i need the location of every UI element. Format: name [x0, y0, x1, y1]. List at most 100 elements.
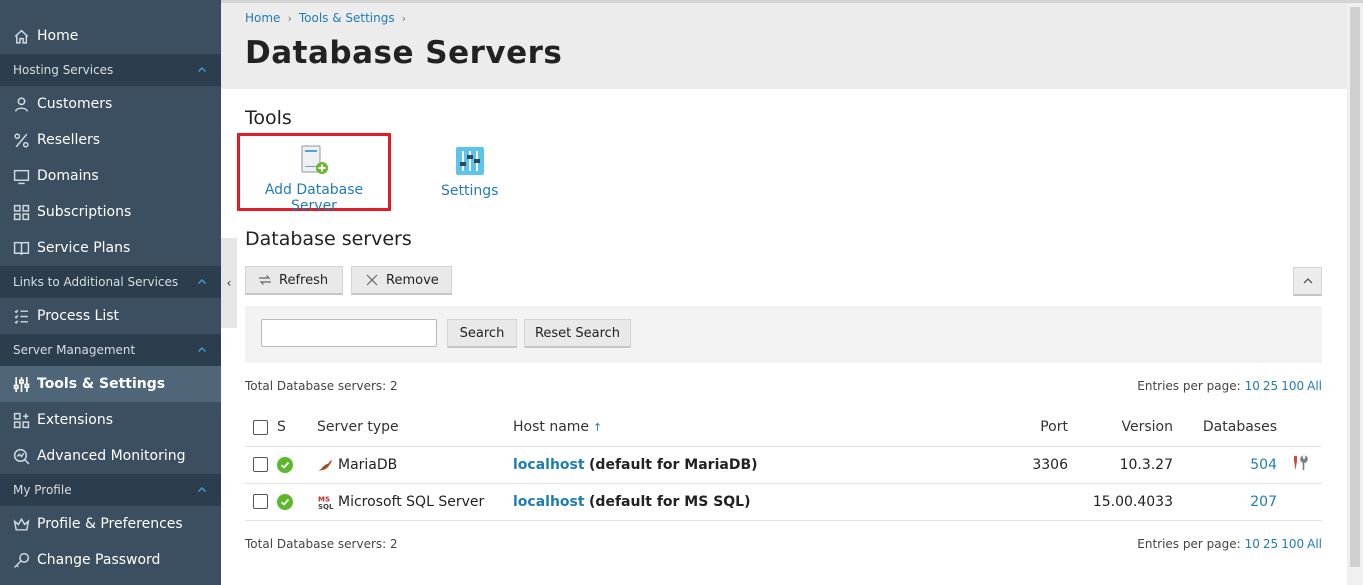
column-databases[interactable]: Databases	[1173, 409, 1277, 447]
sidebar-section-server[interactable]: Server Management	[0, 334, 221, 366]
mariadb-icon	[318, 459, 332, 471]
section-label: Server Management	[13, 343, 136, 357]
sidebar-section-links[interactable]: Links to Additional Services	[0, 266, 221, 298]
databases-link[interactable]: 207	[1250, 494, 1277, 510]
select-all-cell	[245, 409, 277, 447]
remove-label: Remove	[386, 272, 439, 288]
entries-label: Entries per page:	[1137, 379, 1241, 393]
column-port[interactable]: Port	[977, 409, 1068, 447]
host-note: (default for MariaDB)	[589, 456, 758, 473]
row-checkbox[interactable]	[253, 494, 268, 509]
refresh-button[interactable]: Refresh	[245, 266, 343, 295]
actions-cell	[1277, 483, 1322, 521]
sidebar-section-profile[interactable]: My Profile	[0, 474, 221, 506]
scrollbar-thumb[interactable]	[1350, 7, 1360, 567]
search-input[interactable]	[261, 319, 437, 347]
host-link[interactable]: localhost	[513, 494, 585, 510]
sidebar-collapse-handle[interactable]: ‹	[221, 238, 237, 328]
chevron-up-icon	[1303, 278, 1312, 284]
search-label: Search	[459, 325, 505, 341]
row-checkbox[interactable]	[253, 457, 268, 472]
sidebar-item-label: Change Password	[37, 552, 161, 568]
percent-icon	[12, 131, 30, 149]
sidebar-item-customers[interactable]: Customers	[0, 86, 221, 122]
remove-button[interactable]: Remove	[351, 266, 452, 295]
status-cell	[277, 446, 317, 484]
sidebar-item-label: Resellers	[37, 132, 101, 148]
sidebar-item-label: Subscriptions	[37, 204, 132, 220]
sidebar-item-label: Extensions	[37, 412, 114, 428]
breadcrumb-tools[interactable]: Tools & Settings	[299, 11, 395, 25]
scrollbar[interactable]	[1347, 3, 1363, 585]
table-row: MS SQL Microsoft SQL Server localhost (def…	[245, 483, 1322, 521]
sidebar-item-label: Tools & Settings	[37, 376, 166, 392]
per-page-100[interactable]: 100	[1281, 537, 1304, 551]
settings-button[interactable]: Settings	[441, 145, 498, 199]
per-page-all[interactable]: All	[1307, 537, 1322, 551]
sidebar-item-profile-preferences[interactable]: Profile & Preferences	[0, 506, 221, 542]
settings-label: Settings	[441, 183, 499, 199]
chevron-up-icon	[198, 347, 206, 352]
status-cell	[277, 483, 317, 521]
sidebar-item-resellers[interactable]: Resellers	[0, 122, 221, 158]
section-label: Links to Additional Services	[13, 275, 179, 289]
chevron-up-icon	[198, 67, 206, 72]
sidebar-item-service-plans[interactable]: Service Plans	[0, 230, 221, 266]
chevron-up-icon	[198, 279, 206, 284]
host-note: (default for MS SQL)	[589, 493, 751, 510]
book-icon	[12, 239, 30, 257]
entries-per-page-bottom: Entries per page: 10 25 100 All	[1137, 537, 1322, 551]
sidebar-item-process-list[interactable]: Process List	[0, 298, 221, 334]
sidebar-item-domains[interactable]: Domains	[0, 158, 221, 194]
databases-link[interactable]: 504	[1250, 457, 1277, 473]
list-icon	[12, 307, 30, 325]
sidebar-item-subscriptions[interactable]: Subscriptions	[0, 194, 221, 230]
server-type-cell: MariaDB	[317, 446, 513, 484]
sidebar-section-hosting[interactable]: Hosting Services	[0, 54, 221, 86]
port-cell	[977, 483, 1068, 521]
add-database-server-icon	[301, 145, 328, 174]
host-link[interactable]: localhost	[513, 457, 585, 473]
section-label: Hosting Services	[13, 63, 114, 77]
column-host-name[interactable]: Host name ↑	[513, 409, 977, 447]
chevron-right-icon: ›	[287, 11, 292, 25]
server-type-label: Microsoft SQL Server	[338, 493, 485, 510]
column-status[interactable]: S	[277, 409, 317, 447]
sidebar-item-advanced-monitoring[interactable]: Advanced Monitoring	[0, 438, 221, 474]
column-actions	[1277, 409, 1322, 447]
monitor-icon	[12, 167, 30, 185]
column-version[interactable]: Version	[1068, 409, 1173, 447]
sidebar-item-label: Advanced Monitoring	[37, 448, 186, 464]
section-label: My Profile	[13, 483, 72, 497]
sidebar-item-change-password[interactable]: Change Password	[0, 542, 221, 578]
database-servers-table: S Server type Host name ↑ Port Version Da…	[245, 409, 1322, 521]
add-database-server-button[interactable]: Add Database Server	[237, 133, 391, 214]
status-ok-icon	[277, 493, 293, 510]
reset-search-button[interactable]: Reset Search	[524, 319, 631, 348]
search-button[interactable]: Search	[447, 319, 517, 348]
per-page-25[interactable]: 25	[1263, 379, 1278, 393]
tools-icon[interactable]	[1291, 454, 1309, 471]
column-server-type[interactable]: Server type	[317, 409, 513, 447]
settings-sliders-icon	[455, 147, 484, 175]
per-page-100[interactable]: 100	[1281, 379, 1304, 393]
sidebar-item-extensions[interactable]: Extensions	[0, 402, 221, 438]
version-cell: 10.3.27	[1068, 446, 1173, 484]
toggle-search-button[interactable]	[1293, 267, 1322, 296]
status-ok-icon	[277, 456, 293, 473]
user-icon	[12, 95, 30, 113]
sidebar-item-tools-settings[interactable]: Tools & Settings	[0, 366, 221, 402]
monitoring-icon	[12, 447, 30, 465]
mssql-icon: MSSQL	[318, 494, 334, 510]
breadcrumb-home[interactable]: Home	[245, 11, 280, 25]
home-icon	[12, 27, 30, 45]
chevron-up-icon	[198, 487, 206, 492]
per-page-10[interactable]: 10	[1245, 537, 1260, 551]
sidebar-item-home[interactable]: Home	[0, 18, 221, 54]
chevron-left-icon: ‹	[226, 276, 232, 290]
per-page-10[interactable]: 10	[1245, 379, 1260, 393]
per-page-all[interactable]: All	[1307, 379, 1322, 393]
per-page-25[interactable]: 25	[1263, 537, 1278, 551]
database-servers-heading: Database servers	[245, 228, 412, 250]
select-all-checkbox[interactable]	[253, 419, 268, 435]
